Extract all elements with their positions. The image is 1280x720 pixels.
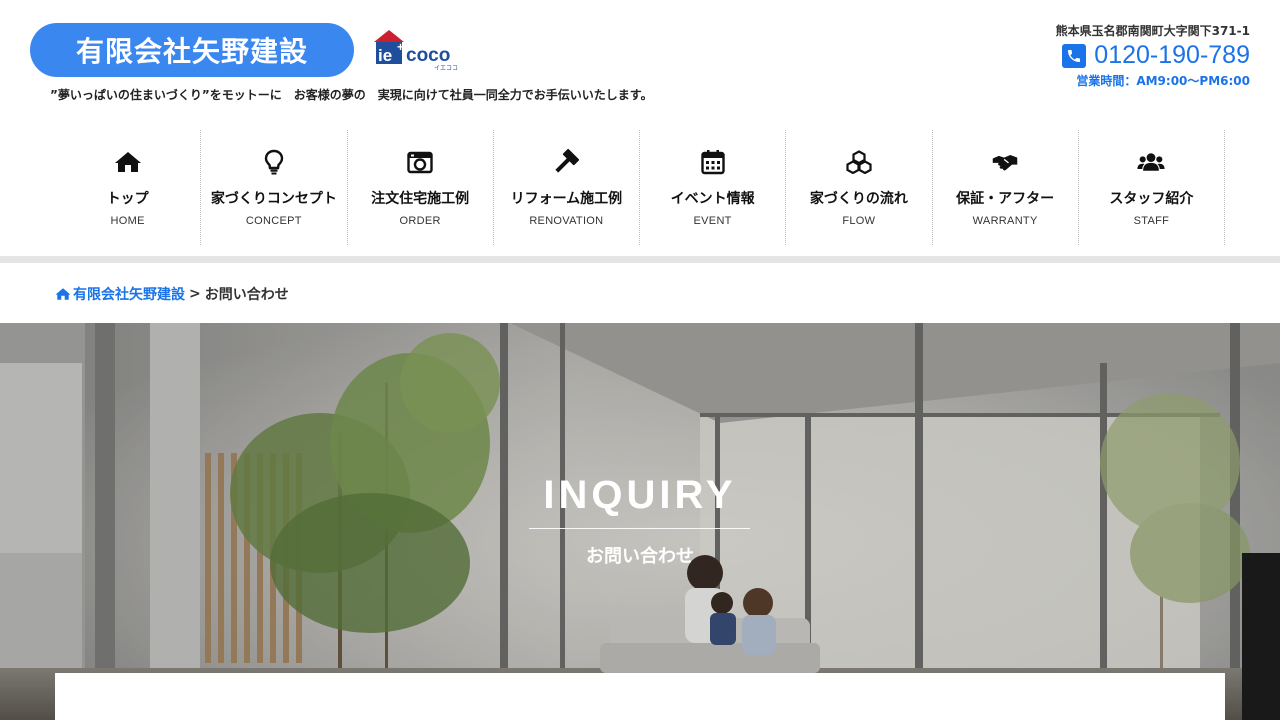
nav-divider-bar xyxy=(0,256,1280,263)
phone-icon xyxy=(1062,43,1087,68)
hero-background-image xyxy=(0,323,1280,720)
site-header: 有限会社矢野建設 ie + coco イエココ ”夢いっぱいの住まいづくり”をモ… xyxy=(0,0,1280,120)
tagline: ”夢いっぱいの住まいづくり”をモットーに お客様の夢の 実現に向けて社員一同全力… xyxy=(50,88,653,102)
address: 熊本県玉名郡南関町大字関下371-1 xyxy=(1055,24,1250,38)
nav-item-flow[interactable]: 家づくりの流れ FLOW xyxy=(786,130,933,245)
hero-title: INQUIRY xyxy=(543,473,737,517)
home-icon xyxy=(55,288,71,300)
company-name: 有限会社矢野建設 xyxy=(75,35,308,68)
company-logo[interactable]: 有限会社矢野建設 xyxy=(30,23,354,77)
users-icon xyxy=(1137,148,1165,176)
nav-item-warranty[interactable]: 保証・アフター WARRANTY xyxy=(933,130,1079,245)
breadcrumb-separator: > xyxy=(189,286,201,302)
nav-item-renovation[interactable]: リフォーム施工例 RENOVATION xyxy=(494,130,640,245)
breadcrumb-home-link[interactable]: 有限会社矢野建設 xyxy=(55,284,185,304)
handshake-icon xyxy=(991,148,1019,176)
nav-item-home[interactable]: トップ HOME xyxy=(55,130,202,245)
svg-text:ie: ie xyxy=(378,46,392,65)
contact-info: 熊本県玉名郡南関町大字関下371-1 0120-190-789 営業時間：AM9… xyxy=(1050,22,1250,89)
breadcrumb-home-label: 有限会社矢野建設 xyxy=(73,287,185,303)
hammer-icon xyxy=(552,148,580,176)
hero-subtitle: お問い合わせ xyxy=(586,546,694,567)
nav-item-order[interactable]: 注文住宅施工例 ORDER xyxy=(348,130,494,245)
svg-text:イエココ: イエココ xyxy=(434,65,458,72)
home-icon xyxy=(114,148,142,176)
business-hours: 営業時間：AM9:00～PM6:00 xyxy=(1076,74,1250,88)
svg-text:+: + xyxy=(397,40,404,54)
cubes-icon xyxy=(845,148,873,176)
iecoco-logo[interactable]: ie + coco イエココ xyxy=(372,28,466,72)
content-card xyxy=(55,673,1225,720)
calendar-icon xyxy=(699,148,727,176)
lightbulb-icon xyxy=(260,148,288,176)
camera-icon xyxy=(406,148,434,176)
svg-text:coco: coco xyxy=(406,45,450,66)
phone-number: 0120-190-789 xyxy=(1094,41,1250,69)
breadcrumb: 有限会社矢野建設 > お問い合わせ xyxy=(55,284,289,304)
nav-item-concept[interactable]: 家づくりコンセプト CONCEPT xyxy=(201,130,348,245)
nav-item-staff[interactable]: スタッフ紹介 STAFF xyxy=(1079,130,1225,245)
phone-link[interactable]: 0120-190-789 xyxy=(1050,41,1250,70)
hero-divider xyxy=(529,528,750,529)
breadcrumb-current: お問い合わせ xyxy=(204,287,289,303)
global-nav: トップ HOME 家づくりコンセプト CONCEPT 注文住宅施工例 ORDER… xyxy=(55,130,1225,245)
hero-banner: INQUIRY お問い合わせ xyxy=(0,323,1280,720)
nav-item-event[interactable]: イベント情報 EVENT xyxy=(640,130,787,245)
